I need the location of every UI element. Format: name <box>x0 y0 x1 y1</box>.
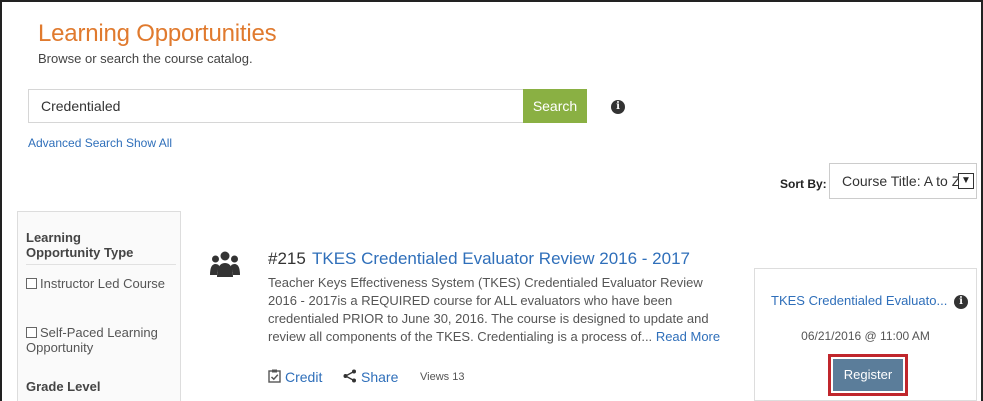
checkbox[interactable] <box>26 278 37 289</box>
course-description-text: Teacher Keys Effectiveness System (TKES)… <box>268 275 709 344</box>
filter-panel: Learning Opportunity Type Instructor Led… <box>17 211 181 401</box>
info-icon[interactable]: i <box>611 100 625 114</box>
register-button[interactable]: Register <box>833 359 903 391</box>
sort-by-label: Sort By: <box>780 177 827 191</box>
share-label: Share <box>361 369 399 385</box>
sort-select-value: Course Title: A to Z <box>842 173 961 189</box>
search-input[interactable]: Credentialed <box>28 89 523 123</box>
filter-heading-type: Learning Opportunity Type <box>26 230 134 260</box>
info-icon[interactable]: i <box>954 295 968 309</box>
search-button[interactable]: Search <box>523 89 587 123</box>
course-title-link[interactable]: TKES Credentialed Evaluator Review 2016 … <box>312 249 690 269</box>
advanced-search-link[interactable]: Advanced Search <box>28 136 123 150</box>
read-more-link[interactable]: Read More <box>656 329 720 344</box>
course-number: #215 <box>268 249 306 268</box>
session-datetime: 06/21/2016 @ 11:00 AM <box>801 329 930 343</box>
share-icon <box>343 369 356 383</box>
chevron-down-icon[interactable]: ▼ <box>958 173 974 189</box>
page-title: Learning Opportunities <box>38 20 277 47</box>
credit-link[interactable]: Credit <box>268 369 322 385</box>
views-count: Views 13 <box>420 371 465 383</box>
show-all-link[interactable]: Show All <box>126 136 172 150</box>
filter-option-instructor-led[interactable]: Instructor Led Course <box>26 276 176 291</box>
filter-option-label: Self-Paced Learning Opportunity <box>26 325 158 355</box>
share-link[interactable]: Share <box>343 369 398 385</box>
session-card: TKES Credentialed Evaluato... i 06/21/20… <box>754 268 977 401</box>
filter-option-self-paced[interactable]: Self-Paced Learning Opportunity <box>26 325 176 355</box>
filter-heading-grade: Grade Level <box>26 379 101 394</box>
page-subtitle: Browse or search the course catalog. <box>38 51 253 66</box>
credit-label: Credit <box>285 369 323 385</box>
register-highlight: Register <box>828 354 908 396</box>
filter-divider <box>26 264 176 265</box>
sort-select[interactable]: Course Title: A to Z ▼ <box>829 163 977 199</box>
checkbox[interactable] <box>26 327 37 338</box>
checklist-icon <box>268 369 281 383</box>
session-title-link[interactable]: TKES Credentialed Evaluato... <box>771 293 947 308</box>
course-description: Teacher Keys Effectiveness System (TKES)… <box>268 274 732 346</box>
filter-option-label: Instructor Led Course <box>40 276 166 291</box>
group-icon <box>210 251 240 277</box>
